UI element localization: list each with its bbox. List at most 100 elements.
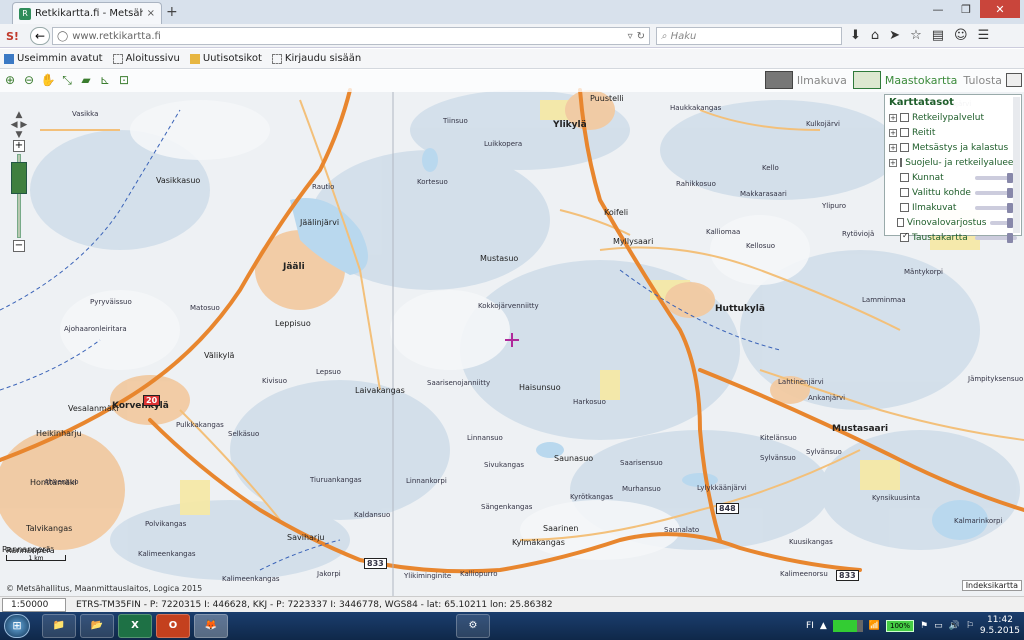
globe-icon: ◯ (57, 30, 69, 42)
flag-icon[interactable]: ⚐ (966, 621, 974, 631)
layer-row[interactable]: + Retkeilypalvelut (889, 110, 1017, 125)
layer-row[interactable]: Kunnat (889, 170, 1017, 185)
bookmark-start-page[interactable]: Aloitussivu (112, 53, 180, 64)
chat-icon[interactable]: ☺ (954, 28, 968, 43)
coordinate-tool-icon[interactable]: ⊾ (97, 72, 113, 88)
map-place-label-minor: Kello (762, 164, 779, 172)
map-place-label-minor: Linnansuo (467, 434, 503, 442)
measure-distance-tool-icon[interactable]: ⤡ (59, 72, 75, 88)
close-window-button[interactable]: ✕ (980, 0, 1020, 18)
firefox-taskbar-icon[interactable]: 🦊 (194, 614, 228, 638)
layer-checkbox[interactable] (900, 143, 909, 152)
browser-nav-bar: S! ← ◯ www.retkikartta.fi ▿ ↻ ⌕ Haku ⬇ ⌂… (0, 24, 1024, 48)
clock[interactable]: 11:42 9.5.2015 (980, 615, 1020, 637)
action-center-icon[interactable]: ⚑ (920, 621, 928, 631)
reading-list-icon[interactable]: ▤ (932, 28, 944, 43)
language-indicator[interactable]: FI (806, 621, 814, 631)
map-place-label-major: Korvenkylä (112, 401, 169, 411)
layer-row[interactable]: Taustakartta (889, 230, 1017, 245)
scale-select[interactable]: 1:50000 (2, 597, 66, 612)
map-place-label: Talvikangas (26, 524, 73, 533)
explorer-taskbar-icon[interactable]: 📁 (42, 614, 76, 638)
map-place-label-minor: Tiuruankangas (310, 476, 362, 484)
mode-aerial-button[interactable]: Ilmakuva (764, 71, 847, 89)
battery-indicator[interactable]: 100% (886, 620, 915, 632)
back-button[interactable]: ← (30, 27, 50, 45)
folder-taskbar-icon[interactable]: 📂 (80, 614, 114, 638)
layer-checkbox[interactable] (900, 173, 909, 182)
powerpoint-taskbar-icon[interactable]: O (156, 614, 190, 638)
home-icon[interactable]: ⌂ (871, 28, 879, 43)
map-place-label-minor: Kuusikangas (789, 538, 833, 546)
opacity-slider[interactable] (975, 187, 1017, 198)
layer-row[interactable]: + Suojelu- ja retkeilyalueet (889, 155, 1017, 170)
layer-row[interactable]: Vinovalovarjostus (889, 215, 1017, 230)
minimize-button[interactable]: — (924, 0, 952, 18)
zoom-out-button[interactable]: − (13, 240, 25, 252)
windows-taskbar: ⊞ 📁 📂 X O 🦊 ⚙ FI ▲ 📶 100% ⚑ ▭ 🔊 ⚐ 11:42 … (0, 612, 1024, 640)
layer-checkbox[interactable] (900, 188, 909, 197)
fullscreen-tool-icon[interactable]: ⊡ (116, 72, 132, 88)
opacity-slider[interactable] (975, 232, 1017, 243)
opacity-slider[interactable] (975, 172, 1017, 183)
pan-arrows-icon[interactable]: ▲ ◀ ▶ ▼ (8, 110, 30, 140)
map-place-label-minor: Polvikangas (145, 520, 187, 528)
layers-scrollbar[interactable] (1013, 97, 1020, 233)
pan-hand-tool-icon[interactable]: ✋ (40, 72, 56, 88)
map-canvas[interactable]: Ylikylä Jääli Huttukylä Korvenkylä Mustasaar… (0, 70, 1024, 596)
maximize-button[interactable]: ❐ (952, 0, 980, 18)
zoom-in-tool-icon[interactable]: ⊕ (2, 72, 18, 88)
expand-icon[interactable]: + (889, 143, 897, 152)
layer-checkbox[interactable] (900, 128, 909, 137)
download-icon[interactable]: ⬇ (850, 28, 861, 43)
bookmark-most-visited[interactable]: Useimmin avatut (4, 53, 103, 64)
expand-icon[interactable]: + (889, 158, 897, 167)
new-tab-button[interactable]: + (166, 4, 178, 20)
wifi-icon[interactable]: 📶 (869, 621, 880, 631)
layer-checkbox[interactable] (900, 233, 909, 242)
dropdown-arrow-icon[interactable]: ▿ (628, 31, 633, 42)
send-icon[interactable]: ➤ (889, 28, 900, 43)
expand-icon[interactable]: + (889, 128, 897, 137)
opacity-slider[interactable] (975, 202, 1017, 213)
zoom-out-tool-icon[interactable]: ⊖ (21, 72, 37, 88)
index-map-button[interactable]: Indeksikartta (961, 580, 1022, 591)
bookmark-login[interactable]: Kirjaudu sisään (271, 53, 361, 64)
layer-checkbox[interactable] (900, 203, 909, 212)
settings-taskbar-icon[interactable]: ⚙ (456, 614, 490, 638)
print-button[interactable]: Tulosta (963, 73, 1022, 87)
menu-icon[interactable]: ☰ (978, 28, 990, 43)
excel-taskbar-icon[interactable]: X (118, 614, 152, 638)
map-place-label-minor: Sivukangas (484, 461, 525, 469)
layer-row[interactable]: Ilmakuvat (889, 200, 1017, 215)
zoom-slider-handle[interactable] (11, 162, 27, 194)
map-place-label-minor: Ankanjärvi (808, 394, 846, 402)
map-place-label-minor: Jämpityksensuo (968, 375, 1024, 383)
bookmark-star-icon[interactable]: ☆ (910, 28, 922, 43)
browser-tab[interactable]: R Retkikartta.fi - Metsähallitus × (12, 2, 162, 24)
layer-checkbox[interactable] (899, 158, 903, 167)
tray-arrow-icon[interactable]: ▲ (820, 621, 827, 631)
network-strength-icon[interactable] (832, 620, 863, 632)
tab-close-icon[interactable]: × (147, 8, 155, 19)
search-input[interactable]: ⌕ Haku (656, 27, 842, 45)
map-place-label-minor: Kynsikuusinta (872, 494, 921, 502)
address-bar[interactable]: ◯ www.retkikartta.fi ▿ ↻ (52, 27, 650, 45)
layer-row[interactable]: + Metsästys ja kalastus (889, 140, 1017, 155)
expand-icon[interactable]: + (889, 113, 897, 122)
reload-icon[interactable]: ↻ (637, 31, 645, 42)
zoom-in-button[interactable]: + (13, 140, 25, 152)
layer-checkbox[interactable] (900, 113, 909, 122)
layer-row[interactable]: Valittu kohde (889, 185, 1017, 200)
layer-label: Valittu kohde (912, 187, 971, 198)
map-place-label-major: Ylikylä (553, 120, 587, 130)
start-button[interactable]: ⊞ (4, 614, 30, 638)
volume-icon[interactable]: 🔊 (949, 621, 960, 631)
map-center-crosshair-icon (505, 333, 519, 347)
measure-area-tool-icon[interactable]: ▰ (78, 72, 94, 88)
mode-terrain-button[interactable]: Maastokartta (852, 71, 957, 89)
layer-checkbox[interactable] (897, 218, 904, 227)
layer-row[interactable]: + Reitit (889, 125, 1017, 140)
display-icon[interactable]: ▭ (934, 621, 943, 631)
bookmark-news[interactable]: Uutisotsikot (189, 53, 262, 64)
